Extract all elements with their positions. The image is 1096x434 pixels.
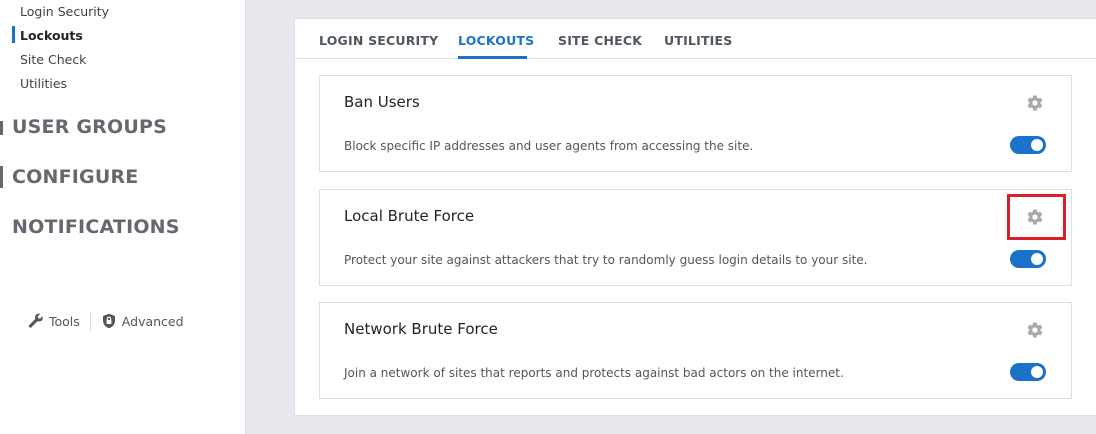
module-enable-toggle[interactable] <box>1010 136 1046 154</box>
module-title: Local Brute Force <box>344 207 475 225</box>
shield-lock-icon <box>102 313 115 329</box>
module-title: Network Brute Force <box>344 320 498 338</box>
tab-utilities[interactable]: UTILITIES <box>664 33 732 48</box>
tab-site-check[interactable]: SITE CHECK <box>558 33 642 48</box>
module-enable-toggle[interactable] <box>1010 250 1046 268</box>
advanced-label: Advanced <box>121 313 184 329</box>
active-tab-underline <box>458 56 527 59</box>
lockouts-panel: LOGIN SECURITY LOCKOUTS SITE CHECK UTILI… <box>294 18 1096 416</box>
module-description: Join a network of sites that reports and… <box>344 366 844 380</box>
sidebar-item-site-check[interactable]: Site Check <box>20 52 86 67</box>
tab-login-security[interactable]: LOGIN SECURITY <box>319 33 438 48</box>
sidebar-item-login-security[interactable]: Login Security <box>20 4 109 19</box>
tab-lockouts[interactable]: LOCKOUTS <box>458 33 534 48</box>
footer-divider <box>89 311 91 331</box>
sidebar-group-notifications[interactable]: NOTIFICATIONS <box>12 216 180 238</box>
module-enable-toggle[interactable] <box>1010 363 1046 381</box>
toggle-knob <box>1031 366 1043 378</box>
advanced-link[interactable]: Advanced <box>101 313 184 329</box>
sidebar-group-configure[interactable]: CONFIGURE <box>12 166 138 188</box>
wrench-icon <box>28 313 43 328</box>
sidebar-footer: Tools Advanced <box>28 310 184 332</box>
group-marker <box>0 121 3 135</box>
toggle-knob <box>1031 139 1043 151</box>
sidebar: Login Security Lockouts Site Check Utili… <box>0 0 246 434</box>
settings-gear-icon[interactable] <box>1026 208 1044 226</box>
settings-gear-icon[interactable] <box>1026 321 1044 339</box>
sidebar-item-utilities[interactable]: Utilities <box>20 76 67 91</box>
module-description: Block specific IP addresses and user age… <box>344 139 754 153</box>
module-description: Protect your site against attackers that… <box>344 253 868 267</box>
sidebar-item-lockouts[interactable]: Lockouts <box>20 28 83 43</box>
toggle-knob <box>1031 253 1043 265</box>
settings-gear-icon[interactable] <box>1026 94 1044 112</box>
module-card-network-brute-force: Network Brute Force Join a network of si… <box>319 302 1072 399</box>
sidebar-group-user-groups[interactable]: USER GROUPS <box>12 116 167 138</box>
tab-bar: LOGIN SECURITY LOCKOUTS SITE CHECK UTILI… <box>295 19 1096 59</box>
module-title: Ban Users <box>344 93 420 111</box>
tools-label: Tools <box>49 313 80 329</box>
group-marker <box>0 166 3 188</box>
module-card-ban-users: Ban Users Block specific IP addresses an… <box>319 75 1072 172</box>
module-card-local-brute-force: Local Brute Force Protect your site agai… <box>319 189 1072 286</box>
tools-link[interactable]: Tools <box>28 313 80 329</box>
active-indicator <box>12 26 15 43</box>
